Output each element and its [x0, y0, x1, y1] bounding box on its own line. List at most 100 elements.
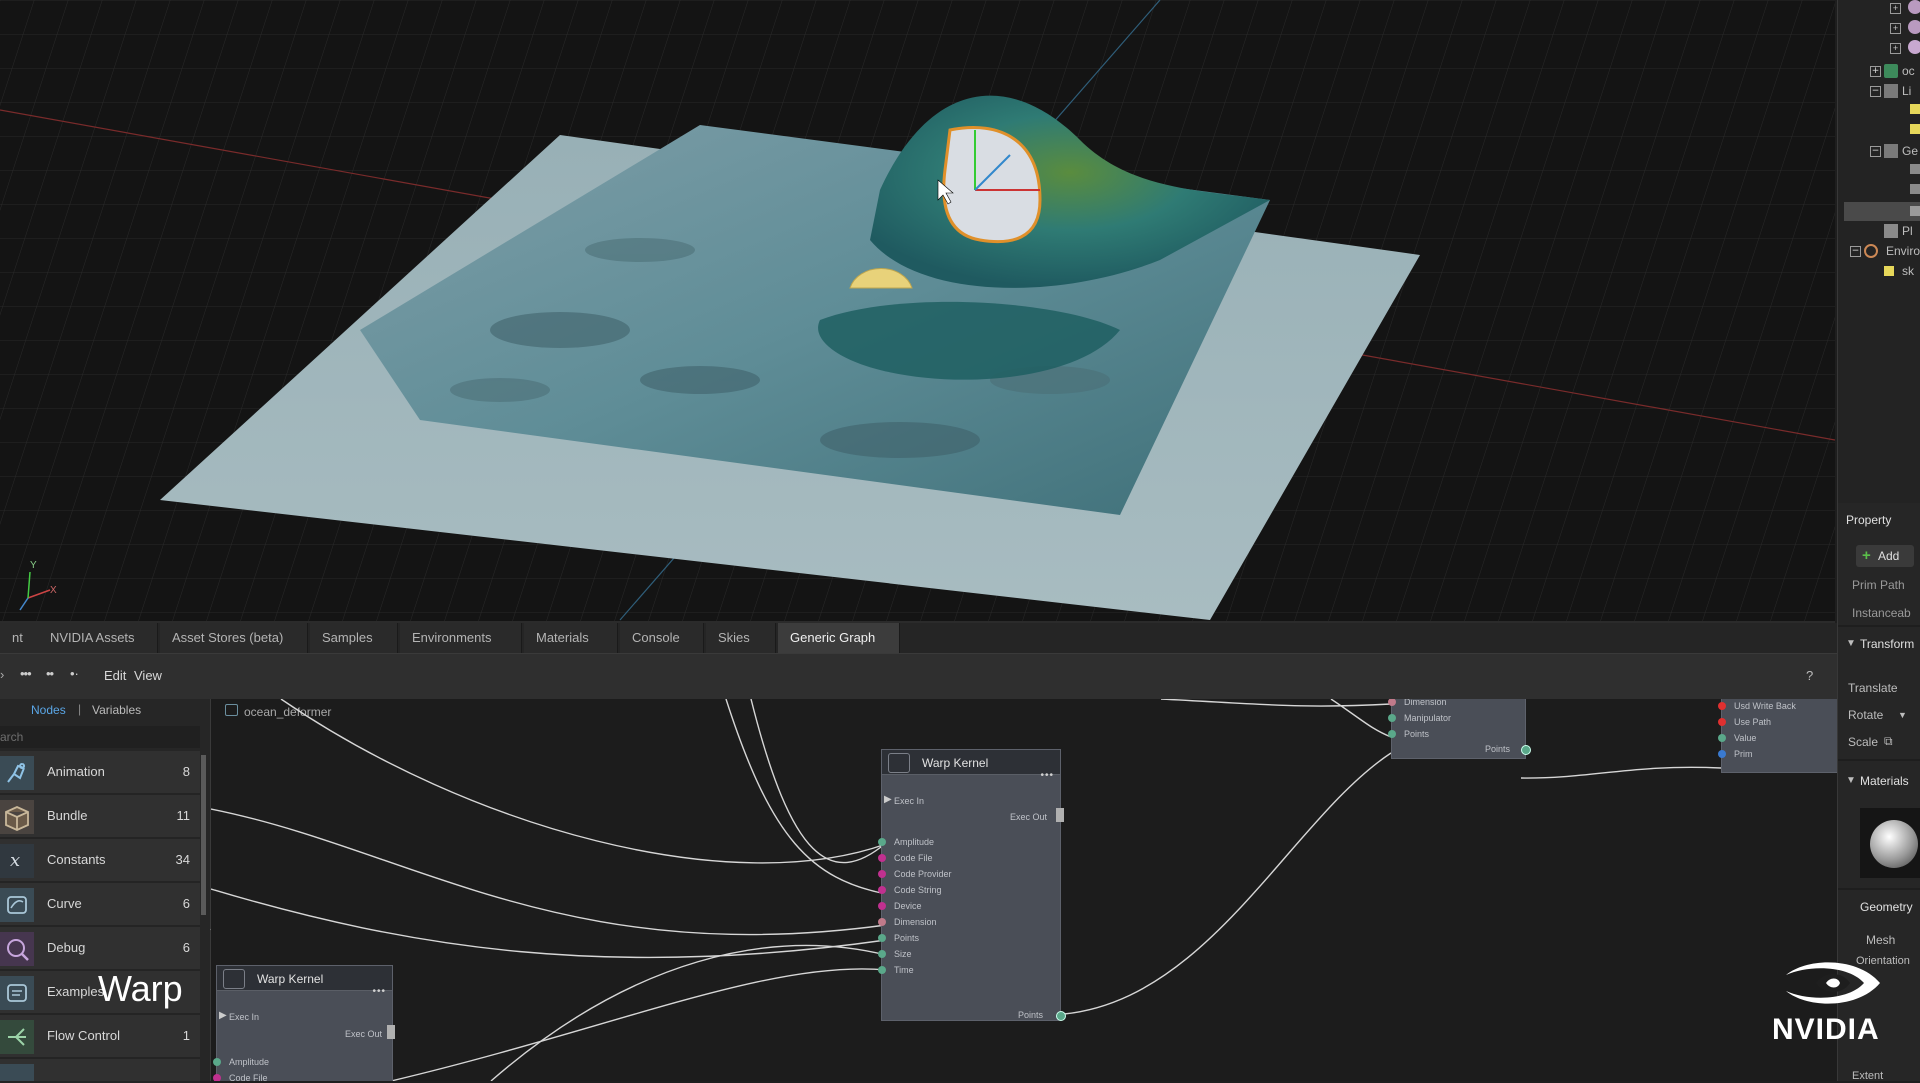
port-dot[interactable]: [1521, 745, 1531, 755]
collapse-arrow-icon[interactable]: ▼: [1846, 638, 1856, 649]
port-dot[interactable]: [878, 918, 886, 926]
tab-samples[interactable]: Samples: [310, 623, 398, 653]
toolbar-arrow-icon[interactable]: ›: [0, 667, 4, 682]
port-dot[interactable]: [1056, 1011, 1066, 1021]
tree-toggle-add[interactable]: +: [1870, 66, 1881, 77]
tab-materials[interactable]: Materials: [524, 623, 618, 653]
port-dot[interactable]: [878, 886, 886, 894]
tab-console[interactable]: Console: [620, 623, 704, 653]
port-dimension: Dimension: [894, 917, 937, 927]
library-scrollbar[interactable]: [201, 755, 206, 915]
3d-viewport[interactable]: X Y: [0, 0, 1835, 623]
warp-kernel-node[interactable]: Warp Kernel ••• ▶ Exec In Exec Out Ampli…: [878, 749, 1066, 1021]
node-library-panel: Nodes | Variables arch ‹ Animation 8 Bun…: [0, 699, 213, 1083]
port-dot[interactable]: [878, 870, 886, 878]
prim-path-label: Prim Path: [1852, 578, 1905, 592]
tree-toggle-add[interactable]: +: [1890, 23, 1901, 34]
port-dot[interactable]: [1388, 699, 1396, 706]
tab-skies[interactable]: Skies: [706, 623, 776, 653]
port-dot[interactable]: [878, 854, 886, 862]
nvidia-eye-icon: [1786, 962, 1880, 1004]
edit-menu[interactable]: Edit: [104, 668, 126, 683]
collapse-arrow-icon[interactable]: ▼: [1846, 775, 1856, 786]
transform-section[interactable]: Transform: [1860, 637, 1914, 651]
port-exec-out: Exec Out: [1010, 812, 1048, 822]
mesh-icon: [1910, 206, 1920, 216]
tree-row-plane[interactable]: Pl: [1838, 222, 1920, 241]
library-item-constants[interactable]: x Constants 34: [0, 839, 200, 883]
curve-node-icon: [0, 888, 34, 922]
library-item-flow-control[interactable]: Flow Control 1: [0, 1015, 200, 1059]
tab-nodes[interactable]: Nodes: [31, 703, 66, 717]
library-item-debug[interactable]: Debug 6: [0, 927, 200, 971]
tree-toggle-add[interactable]: +: [1890, 43, 1901, 54]
library-item-partial[interactable]: [0, 1059, 200, 1083]
nvidia-wordmark: NVIDIA: [1772, 1013, 1880, 1046]
port-dot[interactable]: [213, 1074, 221, 1081]
toolbar-dots-icon[interactable]: ••: [46, 666, 54, 681]
library-item-label: Curve: [47, 896, 82, 911]
toolbar-dots-icon[interactable]: •••: [20, 666, 32, 681]
exec-in-arrow-icon[interactable]: ▶: [219, 1010, 227, 1021]
library-item-count: 11: [176, 808, 191, 823]
port-dot[interactable]: [213, 1058, 221, 1066]
port-dot[interactable]: [1388, 730, 1396, 738]
geometry-section[interactable]: Geometry: [1860, 900, 1913, 914]
port-dot[interactable]: [878, 902, 886, 910]
tree-toggle-add[interactable]: +: [1890, 3, 1901, 14]
tab-nvidia-assets[interactable]: NVIDIA Assets: [38, 623, 158, 653]
warp-kernel-node-secondary[interactable]: Warp Kernel ••• ▶ Exec In Exec Out Ampli…: [213, 965, 395, 1081]
tab-variables[interactable]: Variables: [92, 703, 141, 717]
tree-toggle-collapse[interactable]: −: [1870, 86, 1881, 97]
port-dot[interactable]: [878, 838, 886, 846]
extent-label: Extent: [1852, 1070, 1884, 1081]
library-item-label: Debug: [47, 940, 86, 955]
library-item-bundle[interactable]: Bundle 11: [0, 795, 200, 839]
library-item-curve[interactable]: Curve 6: [0, 883, 200, 927]
port-dot[interactable]: [878, 950, 886, 958]
view-menu[interactable]: View: [134, 668, 162, 683]
instanceable-label: Instanceab: [1852, 606, 1911, 620]
tree-row-geometry[interactable]: − Ge: [1838, 142, 1920, 161]
add-property-button[interactable]: + Add: [1856, 545, 1914, 567]
tree-row-lights[interactable]: − Li: [1838, 82, 1920, 101]
exec-out-handle[interactable]: [1056, 808, 1064, 822]
tree-toggle-collapse[interactable]: −: [1850, 246, 1861, 257]
exec-out-handle[interactable]: [387, 1025, 395, 1039]
deformer-node-partial[interactable]: Dimension Manipulator Points Points: [1388, 699, 1531, 759]
graph-editor-canvas[interactable]: ocean_deformer Warp Kernel ••• ▶ Exec In…: [211, 699, 1837, 1081]
tree-toggle-collapse[interactable]: −: [1870, 146, 1881, 157]
toolbar-dots-icon[interactable]: •·: [70, 666, 79, 681]
link-scale-icon[interactable]: ⧉: [1884, 734, 1893, 749]
light-icon: [1910, 124, 1920, 134]
port-dot[interactable]: [878, 934, 886, 942]
port-dot[interactable]: [878, 966, 886, 974]
tab-generic-graph[interactable]: Generic Graph: [778, 623, 900, 653]
tab-asset-stores[interactable]: Asset Stores (beta): [160, 623, 308, 653]
node-menu-icon[interactable]: •••: [372, 986, 386, 997]
library-item-count: 6: [182, 896, 190, 911]
sky-light-icon: [1884, 266, 1894, 276]
materials-section[interactable]: Materials: [1860, 774, 1909, 788]
examples-icon: [0, 976, 34, 1010]
port-dot[interactable]: [1718, 702, 1726, 710]
port-dot[interactable]: [1718, 734, 1726, 742]
tree-row-selected[interactable]: [1844, 202, 1920, 221]
tree-row-environment[interactable]: − Enviro: [1838, 242, 1920, 261]
help-button[interactable]: ?: [1806, 668, 1813, 683]
tab-content[interactable]: nt: [0, 623, 40, 653]
port-exec-out: Exec Out: [345, 1029, 383, 1039]
search-input[interactable]: arch: [0, 726, 200, 748]
port-code-file: Code File: [894, 853, 933, 863]
tab-environments[interactable]: Environments: [400, 623, 522, 653]
tree-row-ocean[interactable]: + oc: [1838, 62, 1920, 81]
write-attribute-node-partial[interactable]: Usd Write Back Use Path Value Prim: [1718, 699, 1837, 773]
library-item-animation[interactable]: Animation 8: [0, 751, 200, 795]
port-dot[interactable]: [1718, 718, 1726, 726]
tree-row-sky[interactable]: sk: [1838, 262, 1920, 281]
rotate-dropdown-icon[interactable]: ▼: [1898, 710, 1907, 720]
node-menu-icon[interactable]: •••: [1040, 770, 1054, 781]
exec-in-arrow-icon[interactable]: ▶: [884, 794, 892, 805]
port-dot[interactable]: [1718, 750, 1726, 758]
port-dot[interactable]: [1388, 714, 1396, 722]
